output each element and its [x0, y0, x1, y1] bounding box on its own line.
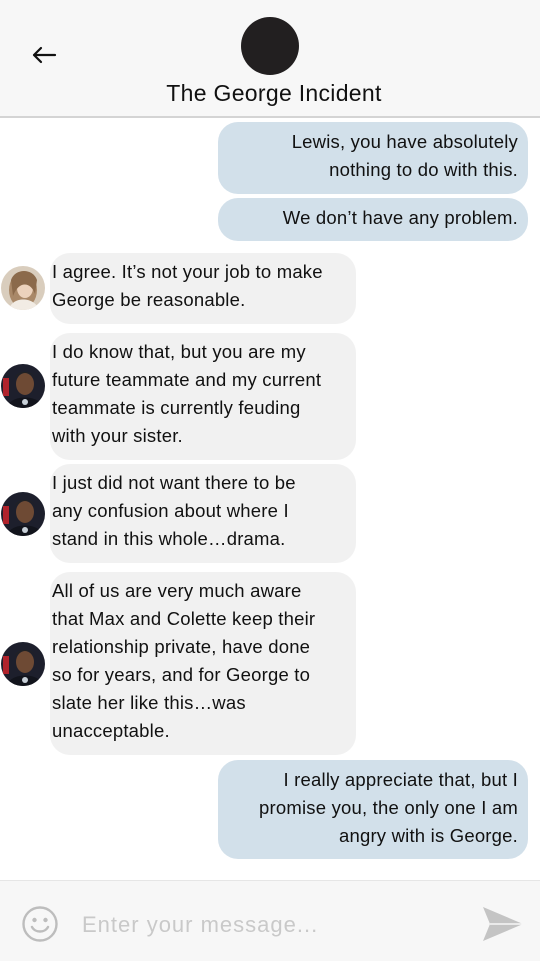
message-line: slate her like this…was: [52, 692, 246, 713]
message-line: teammate is currently feuding: [52, 397, 301, 418]
message-line: I just did not want there to be: [52, 472, 296, 493]
chat-header: The George Incident: [0, 0, 540, 118]
message-bubble-outgoing[interactable]: Lewis, you have absolutely nothing to do…: [218, 122, 528, 194]
lewis-avatar[interactable]: [1, 364, 45, 408]
emoji-button[interactable]: [21, 905, 59, 943]
message-line: unacceptable.: [52, 720, 170, 741]
message-line: any confusion about where I: [52, 500, 289, 521]
message-bubble-incoming[interactable]: All of us are very much aware that Max a…: [50, 572, 356, 755]
message-line: George be reasonable.: [52, 289, 246, 310]
message-input[interactable]: [80, 907, 464, 943]
message-line: so for years, and for George to: [52, 664, 311, 685]
arrow-left-icon: [32, 46, 57, 64]
chat-title: The George Incident: [166, 80, 382, 106]
send-arrow-icon: [483, 907, 523, 941]
smiley-icon: [22, 906, 58, 942]
message-line: All of us are very much aware: [52, 580, 302, 601]
group-avatar[interactable]: [241, 17, 299, 75]
message-bubble-outgoing[interactable]: I really appreciate that, but I promise …: [218, 760, 528, 859]
message-line: I do know that, but you are my: [52, 341, 306, 362]
message-line: I agree. It’s not your job to make: [52, 261, 323, 282]
message-bubble-incoming[interactable]: I agree. It’s not your job to make Georg…: [50, 253, 356, 324]
message-line: nothing to do with this.: [329, 159, 518, 180]
message-line: angry with is George.: [338, 825, 518, 846]
message-line: that Max and Colette keep their: [52, 608, 316, 629]
lewis-avatar[interactable]: [1, 642, 45, 686]
message-line: with your sister.: [52, 425, 183, 446]
woman-avatar[interactable]: [1, 266, 45, 310]
message-bubble-outgoing[interactable]: We don’t have any problem.: [218, 198, 528, 241]
message-line: promise you, the only one I am: [259, 797, 518, 818]
message-bubble-incoming[interactable]: I just did not want there to be any conf…: [50, 464, 356, 563]
message-bubble-incoming[interactable]: I do know that, but you are my future te…: [50, 333, 356, 460]
message-line: Lewis, you have absolutely: [291, 131, 518, 152]
back-button[interactable]: [26, 38, 62, 72]
message-line: relationship private, have done: [52, 636, 311, 657]
message-line: stand in this whole…drama.: [52, 528, 286, 549]
message-line: future teammate and my current: [52, 369, 322, 390]
send-button[interactable]: [480, 904, 526, 944]
message-composer: [0, 880, 540, 961]
message-line: We don’t have any problem.: [282, 207, 518, 228]
message-line: I really appreciate that, but I: [283, 769, 518, 790]
lewis-avatar[interactable]: [1, 492, 45, 536]
